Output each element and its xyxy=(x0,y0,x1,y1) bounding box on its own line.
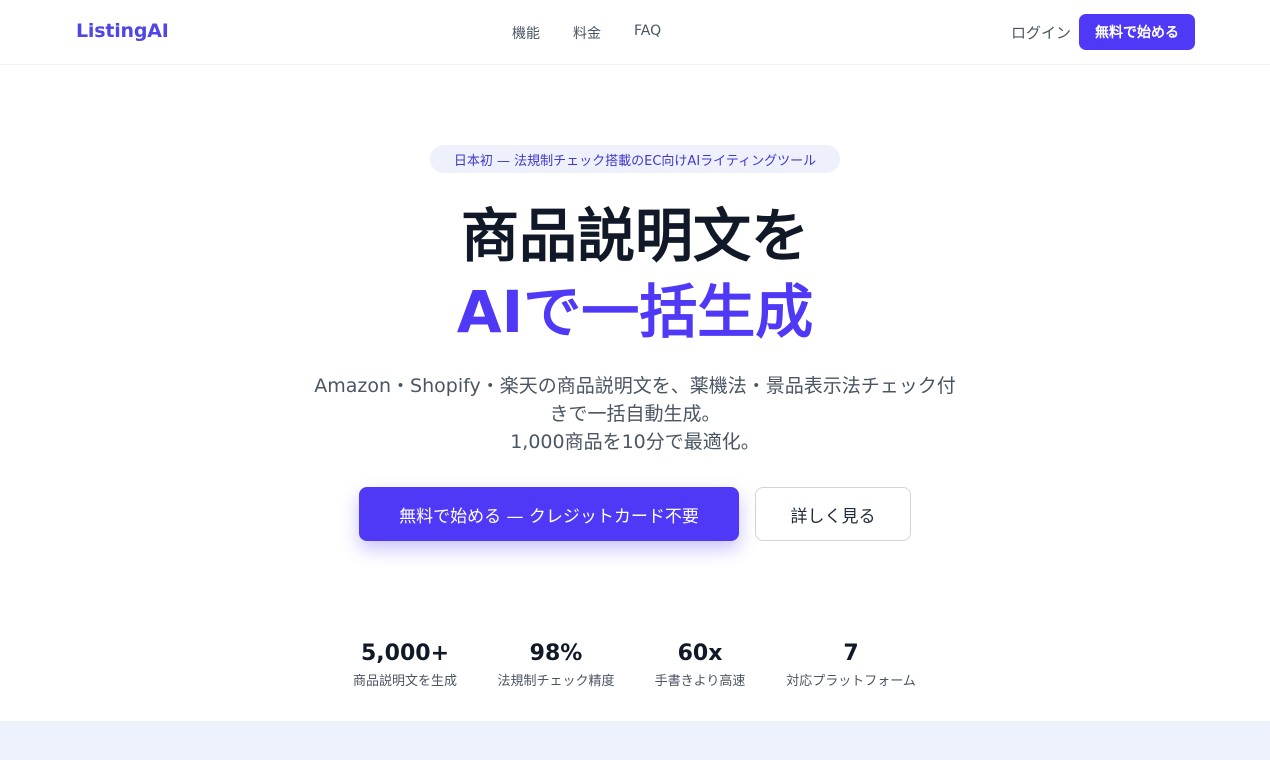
stat-label: 手書きより高速 xyxy=(654,674,746,689)
hero-subtitle-line1: Amazon・Shopify・楽天の商品説明文を、薬機法・景品表示法チェック付 xyxy=(314,375,956,397)
main-nav: 機能 料金 FAQ xyxy=(512,23,694,43)
next-section-band xyxy=(0,721,1270,760)
stat-label: 商品説明文を生成 xyxy=(352,674,457,689)
stat-generated: 5,000+ 商品説明文を生成 xyxy=(343,640,467,689)
hero-subtitle-line2: きで一括自動生成。 xyxy=(549,403,721,425)
hero-signup-button[interactable]: 無料で始める — クレジットカード不要 xyxy=(359,487,739,541)
stat-label: 対応プラットフォーム xyxy=(786,674,916,689)
stat-accuracy: 98% 法規制チェック精度 xyxy=(487,640,625,689)
nav-link-faq[interactable]: FAQ xyxy=(634,23,661,43)
header-signup-button[interactable]: 無料で始める xyxy=(1079,14,1195,50)
logo[interactable]: ListingAI xyxy=(76,20,169,42)
stat-speed: 60x 手書きより高速 xyxy=(645,640,755,689)
stat-label: 法規制チェック精度 xyxy=(497,674,615,689)
login-link[interactable]: ログイン xyxy=(1011,22,1071,43)
hero-badge: 日本初 — 法規制チェック搭載のEC向けAIライティングツール xyxy=(430,145,840,173)
nav-link-features[interactable]: 機能 xyxy=(512,23,540,43)
learn-more-button[interactable]: 詳しく見る xyxy=(755,487,911,541)
nav-link-pricing[interactable]: 料金 xyxy=(573,23,601,43)
stat-platforms: 7 対応プラットフォーム xyxy=(775,640,927,689)
site-header: ListingAI 機能 料金 FAQ ログイン 無料で始める xyxy=(0,0,1270,65)
hero-subtitle: Amazon・Shopify・楽天の商品説明文を、薬機法・景品表示法チェック付 … xyxy=(300,372,970,456)
stat-value: 7 xyxy=(843,641,859,666)
stat-value: 60x xyxy=(677,641,723,666)
stat-value: 5,000+ xyxy=(360,641,450,666)
hero-title-line1: 商品説明文を xyxy=(460,202,809,270)
hero-title-line2: AIで一括生成 xyxy=(456,278,814,346)
stat-value: 98% xyxy=(529,641,583,666)
hero-subtitle-line3: 1,000商品を10分で最適化。 xyxy=(510,431,760,453)
